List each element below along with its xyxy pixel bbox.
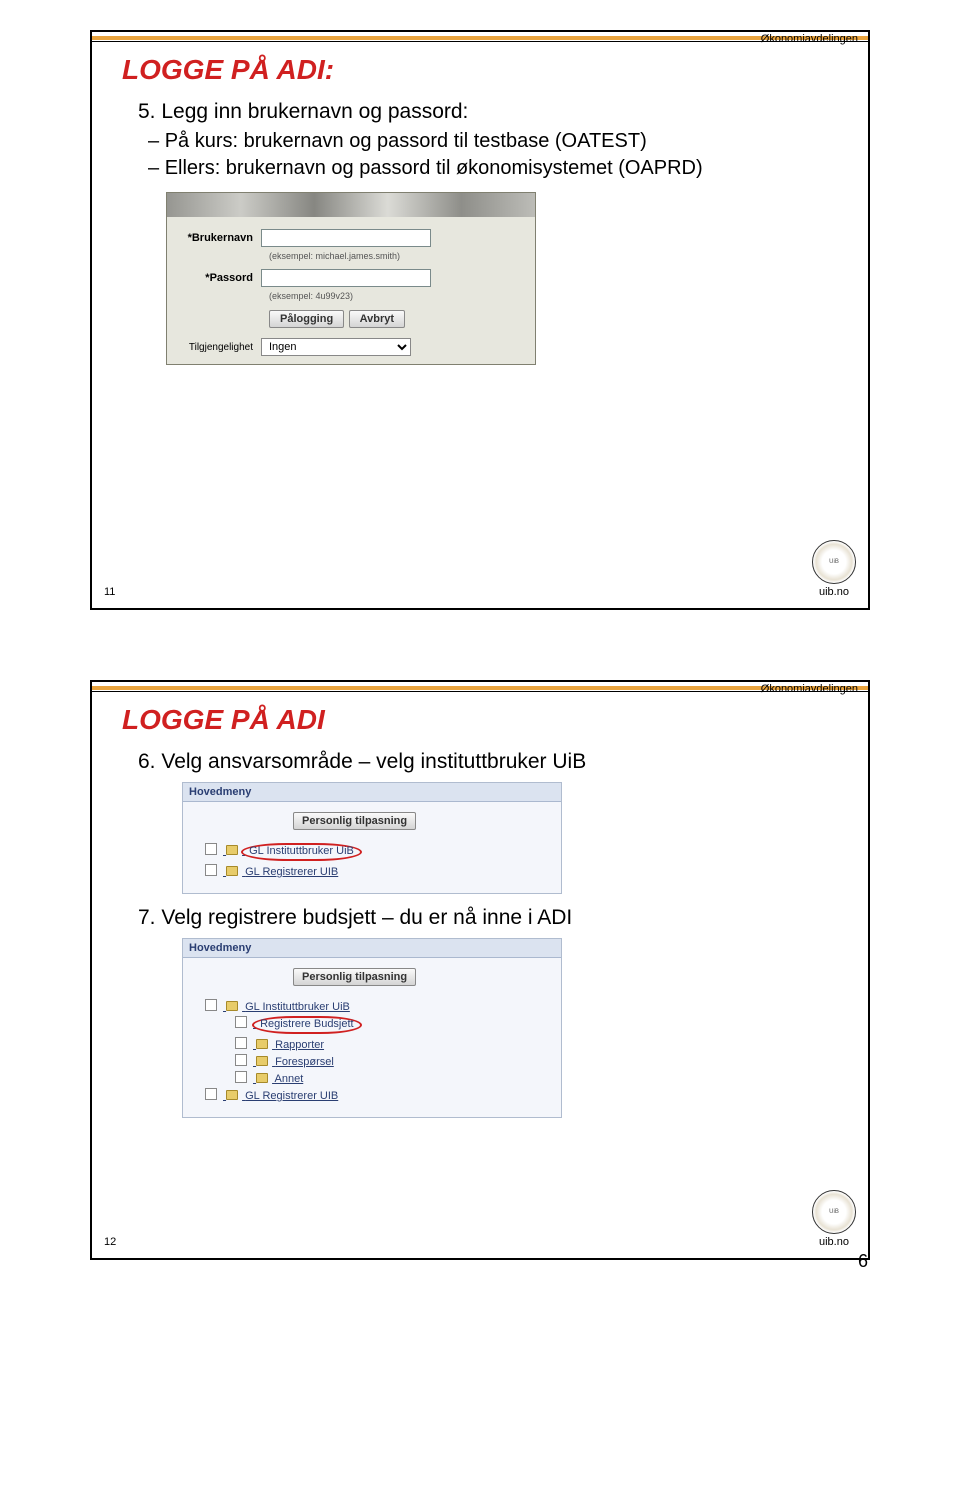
decorative-stripe	[92, 36, 868, 40]
menu-header: Hovedmeny	[183, 939, 561, 958]
login-panel: *Brukernavn (eksempel: michael.james.smi…	[166, 192, 536, 365]
menu-header: Hovedmeny	[183, 783, 561, 802]
uib-seal-icon: UiB	[812, 1190, 856, 1234]
username-label: *Brukernavn	[175, 232, 261, 244]
menu-panel-1: Hovedmeny Personlig tilpasning GL Instit…	[182, 782, 562, 894]
cancel-button[interactable]: Avbryt	[349, 310, 405, 328]
uib-logo: UiB uib.no	[812, 540, 856, 598]
tree-item-foresporsel[interactable]: Forespørsel	[223, 1054, 551, 1068]
step-7: 7. Velg registrere budsjett – du er nå i…	[138, 906, 828, 930]
menu-panel-2: Hovedmeny Personlig tilpasning GL Instit…	[182, 938, 562, 1118]
uib-seal-icon: UiB	[812, 540, 856, 584]
decorative-stripe-thin	[92, 691, 868, 692]
username-input[interactable]	[261, 229, 431, 247]
slide-number: 12	[104, 1236, 116, 1248]
login-button[interactable]: Pålogging	[269, 310, 344, 328]
availability-label: Tilgjengelighet	[175, 342, 261, 353]
bullet-main: 5. Legg inn brukernavn og passord:	[138, 100, 828, 124]
password-label: *Passord	[175, 272, 261, 284]
folder-icon	[226, 866, 238, 876]
personalize-button[interactable]: Personlig tilpasning	[293, 968, 416, 986]
circled-highlight: Registrere Budsjett	[252, 1016, 362, 1034]
slide-number: 11	[104, 586, 115, 598]
tree-item-registrerer[interactable]: GL Registrerer UIB	[193, 1088, 551, 1102]
uib-url: uib.no	[819, 1236, 849, 1248]
decorative-stripe	[92, 686, 868, 690]
tree-item-registrerer[interactable]: GL Registrerer UIB	[193, 864, 551, 878]
username-hint: (eksempel: michael.james.smith)	[269, 251, 527, 261]
folder-icon	[226, 1001, 238, 1011]
bullet-sub-1: På kurs: brukernavn og passord til testb…	[166, 130, 828, 153]
circled-highlight: GL Instituttbruker UiB	[241, 843, 362, 861]
tree-item-instituttbruker-open[interactable]: GL Instituttbruker UiB	[193, 999, 551, 1013]
folder-icon	[256, 1073, 268, 1083]
slide-2: Økonomiavdelingen LOGGE PÅ ADI 6. Velg a…	[90, 680, 870, 1260]
folder-icon	[256, 1056, 268, 1066]
uib-url: uib.no	[819, 586, 849, 598]
tree-item-rapporter[interactable]: Rapporter	[223, 1037, 551, 1051]
tree-item-annet[interactable]: Annet	[223, 1071, 551, 1085]
bullet-sub-2: Ellers: brukernavn og passord til økonom…	[166, 157, 828, 180]
uib-logo: UiB uib.no	[812, 1190, 856, 1248]
department-label: Økonomiavdelingen	[761, 682, 858, 696]
slide-1: Økonomiavdelingen LOGGE PÅ ADI: 5. Legg …	[90, 30, 870, 610]
slide-title: LOGGE PÅ ADI:	[122, 54, 868, 86]
password-hint: (eksempel: 4u99v23)	[269, 291, 527, 301]
personalize-button[interactable]: Personlig tilpasning	[293, 812, 416, 830]
folder-icon	[256, 1039, 268, 1049]
department-label: Økonomiavdelingen	[761, 32, 858, 46]
decorative-photo-strip	[167, 193, 535, 217]
folder-icon	[226, 1090, 238, 1100]
decorative-stripe-thin	[92, 41, 868, 42]
slide-title: LOGGE PÅ ADI	[122, 704, 868, 736]
page-number: 6	[858, 1251, 868, 1272]
password-input[interactable]	[261, 269, 431, 287]
tree-item-instituttbruker[interactable]: GL Instituttbruker UiB	[193, 843, 551, 861]
folder-icon	[226, 845, 238, 855]
availability-dropdown[interactable]: Ingen	[261, 338, 411, 356]
tree-item-registrere-budsjett[interactable]: Registrere Budsjett	[223, 1016, 551, 1034]
step-6: 6. Velg ansvarsområde – velg instituttbr…	[138, 750, 828, 774]
